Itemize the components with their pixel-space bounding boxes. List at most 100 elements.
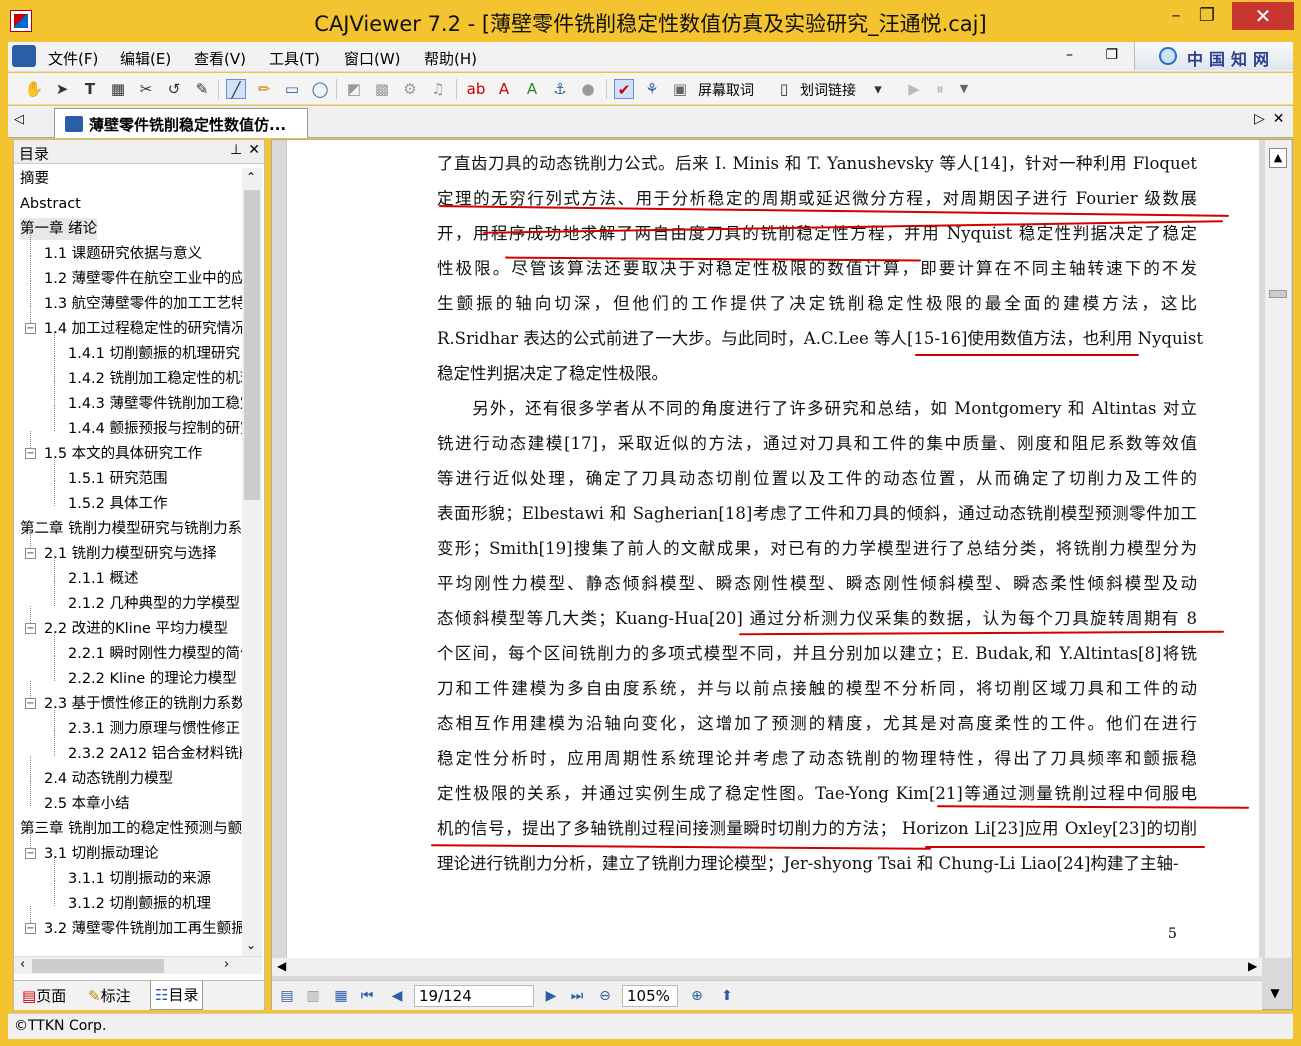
toc-item[interactable]: 2.1.1 概述	[68, 568, 139, 590]
toc-item[interactable]: 1.5.1 研究范围	[68, 468, 168, 490]
tab-right-controls[interactable]: ▷✕	[1254, 111, 1293, 127]
two-page-view-icon[interactable]: ▦	[332, 987, 350, 1005]
pencil-icon[interactable]: ✏	[254, 79, 274, 99]
scroll-right-icon[interactable]: ›	[224, 957, 229, 972]
collapse-toggle-icon[interactable]: −	[25, 548, 36, 559]
menu-file[interactable]: 文件(F)	[48, 48, 98, 69]
single-page-view-icon[interactable]: ▤	[278, 987, 296, 1005]
ocr-icon[interactable]: ↺	[164, 79, 184, 99]
toc-item[interactable]: 2.1.2 几种典型的力学模型	[68, 593, 240, 615]
toc-item[interactable]: 3.1 切削振动理论	[44, 843, 159, 865]
toc-item[interactable]: 第一章 绪论	[20, 218, 98, 240]
scroll-down-icon[interactable]: ⌄	[246, 938, 256, 952]
pause-icon[interactable]: ⏸	[930, 79, 950, 99]
play-icon[interactable]: ▶	[904, 79, 924, 99]
toc-item[interactable]: 1.2 薄壁零件在航空工业中的应	[44, 268, 242, 290]
cnki-link[interactable]: 中国知网	[1134, 42, 1293, 70]
document-view[interactable]: 了直齿刀具的动态铣削力公式。后来 I. Minis 和 T. Yanushevs…	[271, 139, 1293, 1010]
image-select-icon[interactable]: ▦	[108, 79, 128, 99]
collapse-toggle-icon[interactable]: −	[25, 923, 36, 934]
word-link-icon[interactable]: ▯	[774, 79, 794, 99]
dropdown-arrow-icon[interactable]: ▾	[868, 79, 888, 99]
scroll-thumb[interactable]	[1269, 290, 1287, 298]
toc-item[interactable]: Abstract	[20, 193, 81, 215]
bookmark-icon[interactable]: ✔	[614, 79, 634, 99]
collapse-toggle-icon[interactable]: −	[25, 698, 36, 709]
note-icon[interactable]: ●	[578, 79, 598, 99]
red-underline-annotation[interactable]	[936, 805, 1250, 809]
toc-item[interactable]: 2.2.1 瞬时刚性力模型的简化	[68, 643, 242, 665]
menu-help[interactable]: 帮助(H)	[424, 48, 477, 69]
tab-toc[interactable]: ☷目录	[150, 981, 204, 1010]
toc-item[interactable]: 2.2.2 Kline 的理论力模型	[68, 668, 237, 690]
last-page-icon[interactable]: ⏭	[568, 987, 586, 1005]
toc-item[interactable]: 第二章 铣削力模型研究与铣削力系数	[20, 518, 242, 540]
toc-item[interactable]: 1.5 本文的具体研究工作	[44, 443, 202, 465]
document-vertical-scrollbar[interactable]: ▲	[1265, 140, 1291, 958]
scroll-down-icon[interactable]: ▼	[1265, 986, 1285, 1004]
toc-item[interactable]: 1.4.2 铣削加工稳定性的机理	[68, 368, 242, 390]
toc-item[interactable]: 1.4.3 薄壁零件铣削加工稳定	[68, 393, 242, 415]
document-page[interactable]: 了直齿刀具的动态铣削力公式。后来 I. Minis 和 T. Yanushevs…	[286, 140, 1259, 958]
word-link-button[interactable]: 划词链接	[800, 80, 856, 100]
menu-tools[interactable]: 工具(T)	[269, 48, 320, 69]
sidebar-pin-close[interactable]: ⊥✕	[230, 142, 266, 158]
menu-edit[interactable]: 编辑(E)	[120, 48, 171, 69]
select-arrow-icon[interactable]: ➤	[52, 79, 72, 99]
toc-item[interactable]: 1.3 航空薄壁零件的加工工艺特	[44, 293, 242, 315]
menu-view[interactable]: 查看(V)	[194, 48, 246, 69]
next-page-icon[interactable]: ▶	[542, 987, 560, 1005]
sidebar-vertical-scrollbar[interactable]: ⌃ ⌄	[242, 168, 262, 958]
scroll-thumb[interactable]	[32, 959, 164, 973]
line-annotation-icon[interactable]: ╱	[226, 79, 246, 99]
tab-scroll-left[interactable]: ◁	[14, 112, 24, 127]
tab-pages[interactable]: ▤页面	[22, 985, 66, 1006]
collapse-toggle-icon[interactable]: −	[25, 848, 36, 859]
highlight-text-icon[interactable]: ab	[466, 79, 486, 99]
toc-item[interactable]: 2.4 动态铣削力模型	[44, 768, 173, 790]
text-select-icon[interactable]: T	[80, 79, 100, 99]
zoom-level-input[interactable]: 105%	[622, 985, 678, 1007]
toc-item[interactable]: 1.4.1 切削颤振的机理研究	[68, 343, 240, 365]
anchor-icon[interactable]: ⚓	[550, 79, 570, 99]
tab-document[interactable]: 薄壁零件铣削稳定性数值仿...	[54, 108, 308, 138]
continuous-view-icon[interactable]: ▥	[304, 987, 322, 1005]
scroll-right-icon[interactable]: ▶	[1248, 959, 1257, 973]
collapse-toggle-icon[interactable]: −	[25, 623, 36, 634]
toc-item[interactable]: 1.4 加工过程稳定性的研究情况	[44, 318, 242, 340]
up-arrow-icon[interactable]: ⬆	[718, 987, 736, 1005]
strikethrough-icon[interactable]: A	[494, 79, 514, 99]
toc-item[interactable]: 第三章 铣削加工的稳定性预测与颤振	[20, 818, 242, 840]
document-horizontal-scrollbar[interactable]: ◀ ▶	[272, 958, 1262, 976]
toc-item[interactable]: 2.1 铣削力模型研究与选择	[44, 543, 217, 565]
collapse-toggle-icon[interactable]: −	[25, 323, 36, 334]
settings-icon[interactable]: ⚙	[400, 79, 420, 99]
scroll-up-icon[interactable]: ▲	[1269, 148, 1287, 168]
red-underline-annotation[interactable]	[430, 844, 932, 850]
title-bar[interactable]: CAJViewer 7.2 - [薄壁零件铣削稳定性数值仿真及实验研究_汪通悦.…	[0, 0, 1301, 40]
screen-text-capture-button[interactable]: 屏幕取词	[698, 80, 754, 100]
toc-item[interactable]: 2.3.1 测力原理与惯性修正	[68, 718, 240, 740]
red-underline-annotation[interactable]	[915, 354, 1139, 356]
close-button[interactable]: ✕	[1232, 2, 1294, 30]
screen-capture-icon[interactable]: ▣	[670, 79, 690, 99]
rectangle-icon[interactable]: ▭	[282, 79, 302, 99]
red-underline-annotation[interactable]	[738, 630, 1225, 636]
menu-window[interactable]: 窗口(W)	[344, 48, 401, 69]
toc-item[interactable]: 1.5.2 具体工作	[68, 493, 168, 515]
maximize-button[interactable]: ❐	[1187, 2, 1227, 30]
scroll-left-icon[interactable]: ‹	[20, 957, 25, 972]
toc-item[interactable]: 3.1.2 切削颤振的机理	[68, 893, 211, 915]
toc-item[interactable]: 2.3.2 2A12 铝合金材料铣削	[68, 743, 242, 765]
ellipse-icon[interactable]: ◯	[310, 79, 330, 99]
toc-item[interactable]: 摘要	[20, 168, 49, 190]
sidebar-horizontal-scrollbar[interactable]: ‹ ›	[14, 956, 262, 974]
toolbar-overflow-icon[interactable]: ▼	[954, 79, 974, 99]
collapse-toggle-icon[interactable]: −	[25, 448, 36, 459]
grid-icon[interactable]: ▩	[372, 79, 392, 99]
toc-item[interactable]: 3.2 薄壁零件铣削加工再生颤振	[44, 918, 242, 940]
page-number-input[interactable]: 19/124	[414, 985, 534, 1007]
hand-tool-icon[interactable]: ✋	[24, 79, 44, 99]
toc-item[interactable]: 2.3 基于惯性修正的铣削力系数	[44, 693, 242, 715]
scroll-up-icon[interactable]: ⌃	[246, 170, 256, 184]
